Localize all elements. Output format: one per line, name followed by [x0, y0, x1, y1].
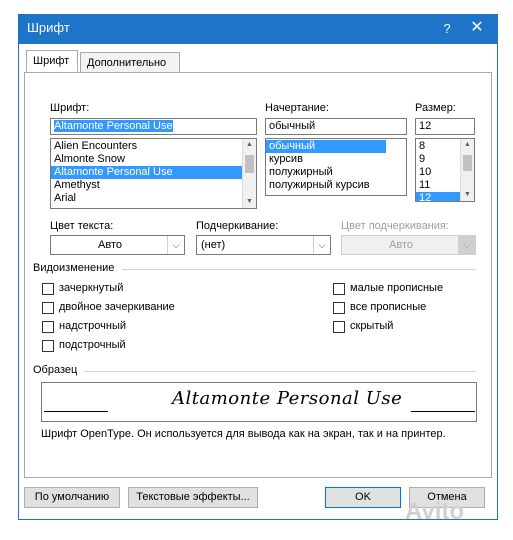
preview-baseline-left: [44, 411, 108, 412]
font-list-item-selected[interactable]: Altamonte Personal Use: [51, 166, 242, 179]
preview-sample-text: Altamonte Personal Use: [172, 388, 403, 409]
tab-font-label: Шрифт: [33, 55, 70, 67]
underline-color-combo: Авто ⌵: [341, 235, 476, 255]
tab-font[interactable]: Шрифт: [26, 50, 78, 72]
style-list-item[interactable]: курсив: [266, 153, 406, 166]
size-list-item-selected[interactable]: 12: [416, 192, 460, 201]
preview-baseline-right: [411, 411, 475, 412]
style-list-item-selected[interactable]: обычный: [266, 140, 386, 153]
superscript-checkbox[interactable]: [42, 321, 54, 333]
strikethrough-label: зачеркнутый: [59, 282, 124, 294]
font-list-item[interactable]: Almonte Snow: [51, 153, 256, 166]
text-color-value: Авто: [98, 239, 122, 251]
close-button[interactable]: ✕: [462, 18, 492, 40]
font-list-scrollbar[interactable]: ▲ ▼: [242, 139, 256, 208]
preview-box: Altamonte Personal Use: [41, 382, 477, 422]
hidden-label: скрытый: [350, 320, 394, 332]
scroll-down-icon[interactable]: ▼: [243, 196, 256, 208]
underline-value: (нет): [201, 239, 226, 251]
font-list[interactable]: Alien Encounters Almonte Snow Altamonte …: [50, 138, 257, 209]
style-list-item[interactable]: полужирный курсив: [266, 179, 406, 192]
subscript-label: подстрочный: [59, 339, 126, 351]
chevron-down-icon: ⌵: [458, 236, 475, 254]
text-color-combo[interactable]: Авто ⌵: [50, 235, 185, 255]
underline-label: Подчеркивание:: [196, 220, 279, 232]
help-button[interactable]: ?: [436, 18, 458, 40]
style-input[interactable]: обычный: [265, 118, 407, 135]
title-bar[interactable]: Шрифт ? ✕: [18, 14, 498, 44]
size-label: Размер:: [415, 102, 456, 114]
style-input-value: обычный: [269, 120, 316, 132]
chevron-down-icon[interactable]: ⌵: [167, 236, 184, 254]
scroll-down-icon[interactable]: ▼: [461, 189, 474, 201]
font-input-value: Altamonte Personal Use: [54, 120, 173, 132]
watermark-text: Avito: [405, 498, 465, 525]
scroll-thumb[interactable]: [463, 155, 472, 171]
set-default-button[interactable]: По умолчанию: [24, 487, 120, 508]
hidden-checkbox[interactable]: [333, 321, 345, 333]
ok-button[interactable]: OK: [325, 487, 401, 508]
double-strikethrough-label: двойное зачеркивание: [59, 301, 175, 313]
underline-combo[interactable]: (нет) ⌵: [196, 235, 331, 255]
chevron-down-icon[interactable]: ⌵: [313, 236, 330, 254]
avito-watermark: Avito: [405, 498, 505, 532]
size-list[interactable]: 8 9 10 11 12 ▲ ▼: [415, 138, 475, 202]
window-title: Шрифт: [27, 20, 70, 35]
size-list-scrollbar[interactable]: ▲ ▼: [460, 139, 474, 201]
scroll-thumb[interactable]: [245, 155, 254, 173]
preview-label: Образец: [33, 364, 78, 376]
all-caps-checkbox[interactable]: [333, 302, 345, 314]
text-effects-button[interactable]: Текстовые эффекты...: [128, 487, 258, 508]
scroll-up-icon[interactable]: ▲: [243, 139, 256, 151]
style-list-item[interactable]: полужирный: [266, 166, 406, 179]
preview-divider: [83, 371, 476, 372]
underline-color-value: Авто: [389, 239, 413, 251]
subscript-checkbox[interactable]: [42, 340, 54, 352]
font-list-item[interactable]: Amethyst: [51, 179, 256, 192]
small-caps-checkbox[interactable]: [333, 283, 345, 295]
font-label: Шрифт:: [50, 102, 90, 114]
all-caps-label: все прописные: [350, 301, 427, 313]
tab-advanced-label: Дополнительно: [87, 57, 167, 69]
font-dialog: Шрифт ? ✕ Дополнительно Шрифт Шрифт: Alt…: [0, 0, 513, 540]
text-effects-button-label: Текстовые эффекты...: [136, 491, 250, 503]
font-input[interactable]: Altamonte Personal Use: [50, 118, 257, 135]
strikethrough-checkbox[interactable]: [42, 283, 54, 295]
scroll-up-icon[interactable]: ▲: [461, 139, 474, 151]
small-caps-label: малые прописные: [350, 282, 444, 294]
superscript-label: надстрочный: [59, 320, 126, 332]
double-strikethrough-checkbox[interactable]: [42, 302, 54, 314]
effects-label: Видоизменение: [33, 262, 115, 274]
size-input-value: 12: [419, 120, 432, 132]
underline-color-label: Цвет подчеркивания:: [341, 220, 449, 232]
set-default-button-label: По умолчанию: [34, 491, 110, 503]
style-list[interactable]: обычный курсив полужирный полужирный кур…: [265, 138, 407, 196]
font-list-item[interactable]: Alien Encounters: [51, 140, 256, 153]
tab-advanced[interactable]: Дополнительно: [80, 52, 180, 72]
font-list-item[interactable]: Arial: [51, 192, 256, 205]
effects-divider: [122, 269, 476, 270]
size-input[interactable]: 12: [415, 118, 475, 135]
style-label: Начертание:: [265, 102, 329, 114]
text-color-label: Цвет текста:: [50, 220, 114, 232]
ok-button-label: OK: [355, 491, 371, 503]
preview-description: Шрифт OpenType. Он используется для выво…: [41, 428, 446, 440]
